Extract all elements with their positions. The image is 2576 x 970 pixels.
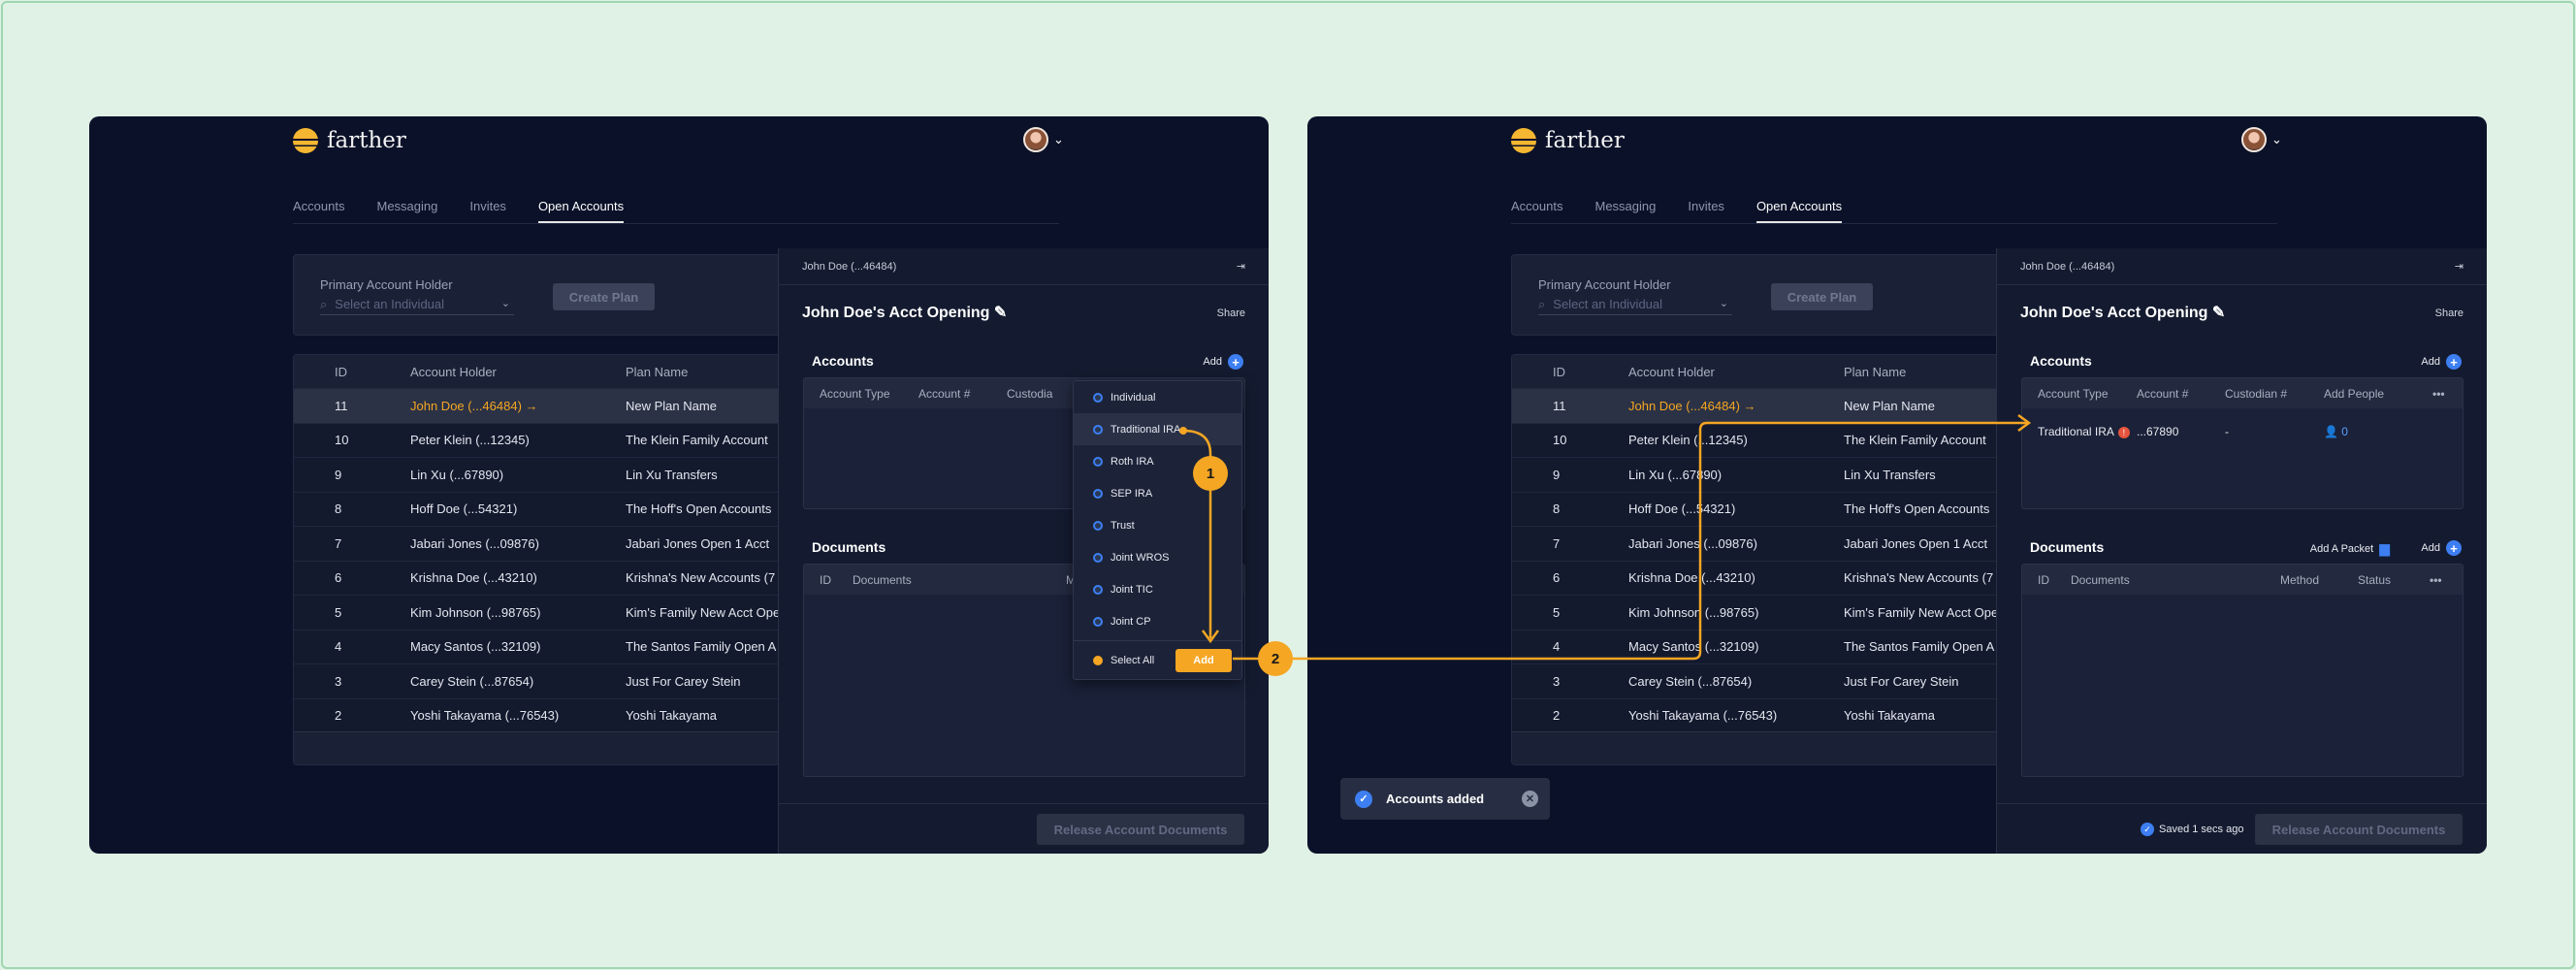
flow-start-dot [1179, 427, 1187, 435]
flow-annotations [1179, 413, 2032, 661]
flow-arrow-add [1233, 421, 2027, 661]
step-badge-2: 2 [1258, 641, 1293, 676]
step-badge-1: 1 [1193, 456, 1228, 491]
